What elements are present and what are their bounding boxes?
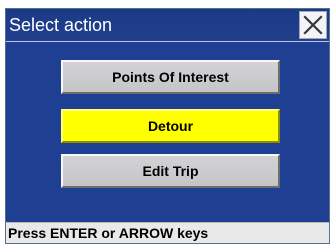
close-button[interactable] <box>299 11 327 39</box>
edit-trip-button[interactable]: Edit Trip <box>61 154 280 188</box>
detour-label: Detour <box>147 118 194 134</box>
points-of-interest-button[interactable]: Points Of Interest <box>61 60 280 94</box>
points-of-interest-label: Points Of Interest <box>112 69 229 85</box>
select-action-dialog: Select action Points Of Interest Detour … <box>5 8 330 244</box>
edit-trip-label: Edit Trip <box>142 163 199 179</box>
dialog-title-bar: Select action <box>6 9 329 42</box>
detour-button[interactable]: Detour <box>61 109 280 143</box>
close-x-icon <box>303 15 323 35</box>
gps-screen: Select action Points Of Interest Detour … <box>0 0 335 244</box>
dialog-title: Select action <box>9 15 113 35</box>
status-bar: Press ENTER or ARROW keys <box>6 222 329 243</box>
status-text: Press ENTER or ARROW keys <box>8 225 209 241</box>
